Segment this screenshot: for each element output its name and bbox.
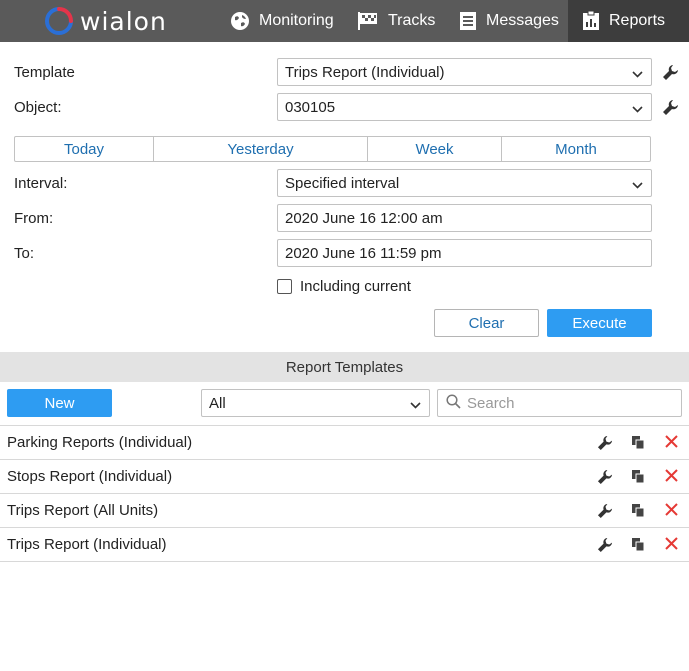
chevron-down-icon xyxy=(410,398,421,415)
template-label: Template xyxy=(14,64,75,81)
logo-text: wialon xyxy=(80,6,167,36)
including-current-label: Including current xyxy=(300,278,411,295)
chevron-down-icon xyxy=(632,67,643,84)
top-bar: wialon Monitoring Tracks Messages Report… xyxy=(0,0,689,42)
period-yesterday-button[interactable]: Yesterday xyxy=(154,137,368,161)
nav-monitoring-label: Monitoring xyxy=(259,12,334,29)
object-settings-wrench-icon[interactable] xyxy=(662,99,679,120)
nav-messages[interactable]: Messages xyxy=(459,0,559,42)
to-label: To: xyxy=(14,245,35,262)
object-select-value: 030105 xyxy=(285,98,336,116)
checkered-flag-icon xyxy=(357,11,379,31)
reports-icon xyxy=(582,11,600,31)
globe-icon xyxy=(230,11,250,31)
object-label: Object: xyxy=(14,99,62,116)
wialon-logo[interactable]: wialon xyxy=(44,6,167,36)
template-filter-value: All xyxy=(209,394,226,412)
object-select[interactable]: 030105 xyxy=(277,93,652,121)
period-week-button[interactable]: Week xyxy=(368,137,502,161)
chevron-down-icon xyxy=(632,178,643,195)
messages-icon xyxy=(459,11,477,31)
new-template-button[interactable]: New xyxy=(7,389,112,417)
nav-messages-label: Messages xyxy=(486,12,559,29)
copy-icon[interactable] xyxy=(631,537,645,556)
list-item[interactable]: Stops Report (Individual) xyxy=(0,460,689,494)
list-item[interactable]: Parking Reports (Individual) xyxy=(0,426,689,460)
template-filter-select[interactable]: All xyxy=(201,389,430,417)
to-date-value: 2020 June 16 11:59 pm xyxy=(285,244,442,262)
template-name: Parking Reports (Individual) xyxy=(7,434,193,451)
search-icon xyxy=(446,393,461,413)
template-name: Trips Report (Individual) xyxy=(7,536,167,553)
edit-wrench-icon[interactable] xyxy=(597,469,613,489)
interval-label: Interval: xyxy=(14,175,68,192)
including-current-checkbox[interactable] xyxy=(277,279,292,294)
interval-select-value: Specified interval xyxy=(285,174,400,192)
chevron-down-icon xyxy=(632,102,643,119)
delete-icon[interactable] xyxy=(665,503,678,520)
period-selector: Today Yesterday Week Month xyxy=(14,136,651,162)
edit-wrench-icon[interactable] xyxy=(597,435,613,455)
from-date-input[interactable]: 2020 June 16 12:00 am xyxy=(277,204,652,232)
nav-tracks-label: Tracks xyxy=(388,12,436,29)
report-templates-title: Report Templates xyxy=(285,358,404,376)
delete-icon[interactable] xyxy=(665,537,678,554)
copy-icon[interactable] xyxy=(631,503,645,522)
edit-wrench-icon[interactable] xyxy=(597,503,613,523)
template-list: Parking Reports (Individual) Stops Repor… xyxy=(0,425,689,562)
period-today-button[interactable]: Today xyxy=(15,137,154,161)
search-input[interactable] xyxy=(467,394,667,412)
period-month-button[interactable]: Month xyxy=(502,137,650,161)
nav-reports-label: Reports xyxy=(609,12,666,29)
from-date-value: 2020 June 16 12:00 am xyxy=(285,209,443,227)
nav-tracks[interactable]: Tracks xyxy=(357,0,435,42)
copy-icon[interactable] xyxy=(631,469,645,488)
template-name: Trips Report (All Units) xyxy=(7,502,159,519)
list-item[interactable]: Trips Report (Individual) xyxy=(0,528,689,562)
report-templates-header: Report Templates xyxy=(0,352,689,382)
copy-icon[interactable] xyxy=(631,435,645,454)
wialon-logo-icon xyxy=(45,7,73,35)
clear-button[interactable]: Clear xyxy=(434,309,539,337)
execute-button[interactable]: Execute xyxy=(547,309,652,337)
template-select-value: Trips Report (Individual) xyxy=(285,63,445,81)
edit-wrench-icon[interactable] xyxy=(597,537,613,557)
including-current-option: Including current xyxy=(277,278,411,295)
template-settings-wrench-icon[interactable] xyxy=(662,64,679,85)
delete-icon[interactable] xyxy=(665,469,678,486)
from-label: From: xyxy=(14,210,54,227)
delete-icon[interactable] xyxy=(665,435,678,452)
nav-monitoring[interactable]: Monitoring xyxy=(230,0,334,42)
template-search xyxy=(437,389,682,417)
interval-select[interactable]: Specified interval xyxy=(277,169,652,197)
list-item[interactable]: Trips Report (All Units) xyxy=(0,494,689,528)
nav-reports[interactable]: Reports xyxy=(568,0,689,42)
template-select[interactable]: Trips Report (Individual) xyxy=(277,58,652,86)
to-date-input[interactable]: 2020 June 16 11:59 pm xyxy=(277,239,652,267)
template-name: Stops Report (Individual) xyxy=(7,468,173,485)
